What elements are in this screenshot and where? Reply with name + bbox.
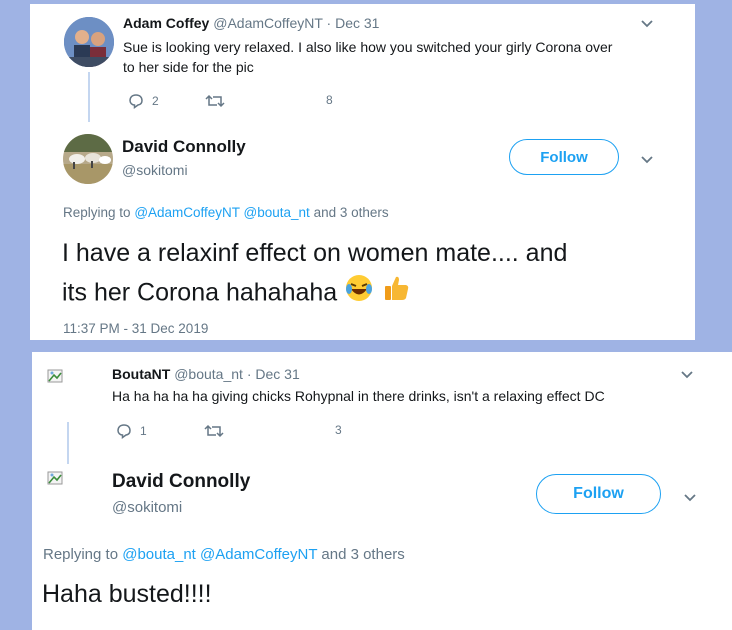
tweet-text: I have a relaxinf effect on women mate..… bbox=[62, 234, 567, 315]
tweet-text-line: Sue is looking very relaxed. I also like… bbox=[123, 39, 613, 55]
replying-suffix[interactable]: and 3 others bbox=[321, 546, 404, 563]
tweet-text-line: I have a relaxinf effect on women mate..… bbox=[62, 239, 568, 267]
author-handle[interactable]: @sokitomi bbox=[112, 499, 182, 516]
reply-icon bbox=[117, 424, 131, 439]
screenshot-panel-bottom: BoutaNT @bouta_nt · Dec 31 Ha ha ha ha h… bbox=[32, 352, 732, 630]
tweet-text: Ha ha ha ha ha giving chicks Rohypnal in… bbox=[112, 388, 605, 404]
retweet-button[interactable] bbox=[204, 423, 224, 439]
thumbs-up-emoji-icon bbox=[381, 273, 411, 315]
retweet-icon bbox=[204, 424, 224, 438]
screenshot-panel-top: Adam Coffey @AdamCoffeyNT · Dec 31 Sue i… bbox=[30, 4, 695, 340]
retweet-button[interactable] bbox=[205, 93, 225, 109]
author-handle[interactable]: @bouta_nt bbox=[174, 366, 243, 382]
like-count-value: 3 bbox=[335, 423, 342, 437]
thread-line bbox=[67, 422, 69, 464]
replying-prefix: Replying to bbox=[43, 546, 119, 563]
like-count[interactable]: 8 bbox=[326, 93, 333, 107]
reply-icon bbox=[129, 94, 143, 109]
author-name[interactable]: David Connolly bbox=[122, 137, 246, 157]
like-count[interactable]: 3 bbox=[335, 423, 342, 437]
chevron-down-icon[interactable] bbox=[680, 367, 694, 385]
author-handle[interactable]: @sokitomi bbox=[122, 162, 188, 178]
reply-button[interactable]: 1 bbox=[116, 423, 147, 439]
avatar[interactable] bbox=[64, 17, 114, 67]
replying-prefix: Replying to bbox=[63, 205, 131, 220]
tweet-text-line: to her side for the pic bbox=[123, 59, 254, 75]
follow-button[interactable]: Follow bbox=[536, 474, 661, 514]
author-name[interactable]: David Connolly bbox=[112, 471, 250, 493]
laughing-emoji-icon bbox=[344, 273, 374, 315]
author-name[interactable]: Adam Coffey bbox=[123, 15, 209, 31]
replying-mentions[interactable]: @AdamCoffeyNT @bouta_nt bbox=[134, 205, 310, 220]
replying-mentions[interactable]: @bouta_nt @AdamCoffeyNT bbox=[122, 546, 317, 563]
reply-count: 2 bbox=[152, 94, 159, 108]
like-count-value: 8 bbox=[326, 93, 333, 107]
thread-line bbox=[88, 72, 90, 122]
retweet-icon bbox=[205, 94, 225, 108]
replying-suffix[interactable]: and 3 others bbox=[314, 205, 389, 220]
replying-to: Replying to @AdamCoffeyNT @bouta_nt and … bbox=[63, 205, 389, 220]
avatar[interactable] bbox=[63, 134, 113, 184]
chevron-down-icon[interactable] bbox=[683, 490, 697, 508]
replying-to: Replying to @bouta_nt @AdamCoffeyNT and … bbox=[43, 546, 405, 563]
chevron-down-icon[interactable] bbox=[640, 16, 654, 34]
reply-button[interactable]: 2 bbox=[128, 93, 159, 109]
tweet-timestamp[interactable]: 11:37 PM - 31 Dec 2019 bbox=[63, 321, 208, 336]
follow-button[interactable]: Follow bbox=[509, 139, 619, 175]
reply-count: 1 bbox=[140, 424, 147, 438]
broken-image-icon[interactable] bbox=[47, 367, 65, 390]
author-handle[interactable]: @AdamCoffeyNT bbox=[213, 15, 322, 31]
author-name[interactable]: BoutaNT bbox=[112, 366, 170, 382]
tweet-text-line: its her Corona hahahaha bbox=[62, 278, 338, 307]
tweet-text: Sue is looking very relaxed. I also like… bbox=[123, 37, 612, 77]
tweet-date[interactable]: · Dec 31 bbox=[247, 366, 300, 382]
tweet-text: Haha busted!!!! bbox=[42, 580, 212, 608]
chevron-down-icon[interactable] bbox=[640, 152, 654, 170]
broken-image-icon[interactable] bbox=[47, 469, 65, 492]
tweet-date[interactable]: · Dec 31 bbox=[327, 15, 380, 31]
